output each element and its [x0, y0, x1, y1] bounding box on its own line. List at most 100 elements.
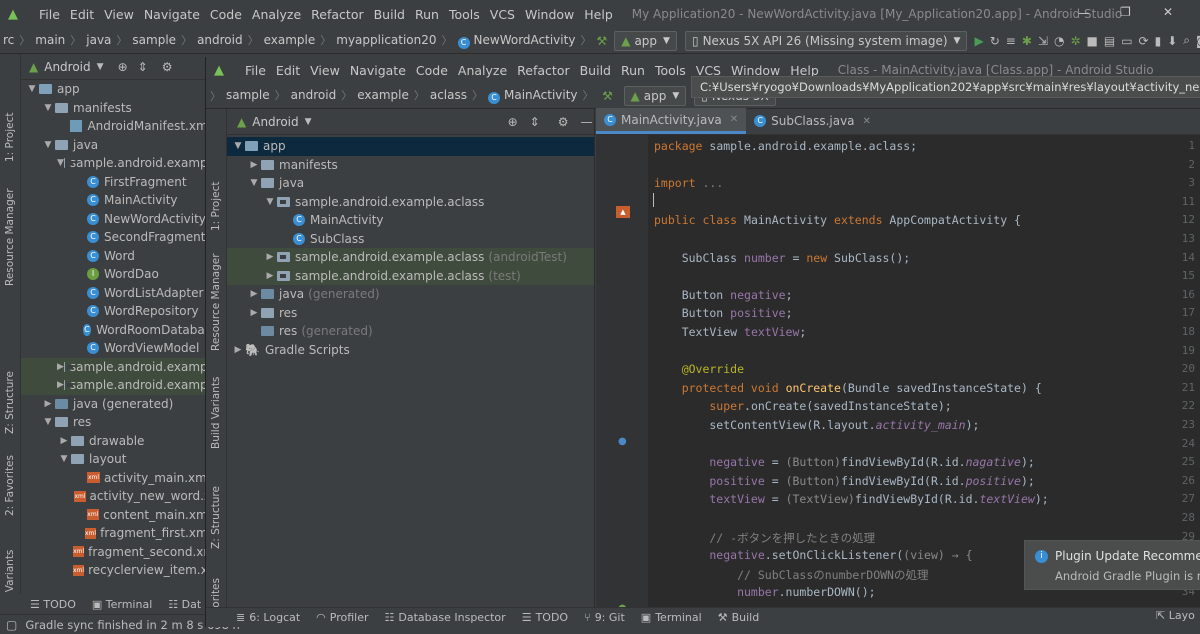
tree-node[interactable]: ▼ manifests [21, 99, 211, 118]
menu-run[interactable]: Run [616, 63, 650, 78]
menu-view[interactable]: View [305, 63, 345, 78]
back-run-config[interactable]: ▲ app ▼ [614, 30, 677, 51]
menu-navigate[interactable]: Navigate [345, 63, 411, 78]
front-chevron-down-icon[interactable]: ▼ [305, 117, 312, 127]
plugin-update-notification[interactable]: i Plugin Update Recommend Android Gradle… [1024, 540, 1200, 590]
front-side-tab-structure[interactable]: Z: Structure [210, 486, 222, 549]
menu-file[interactable]: File [34, 7, 65, 22]
gutter-override-icon[interactable]: ▲ [616, 206, 630, 218]
back-tab-todo[interactable]: ☰ TODO [30, 598, 76, 611]
expanded-arrow-icon[interactable]: ▼ [41, 417, 55, 427]
collapsed-arrow-icon[interactable]: ▶ [247, 308, 261, 318]
tree-node[interactable]: xml content_main.xml [21, 506, 211, 525]
expanded-arrow-icon[interactable]: ▼ [41, 140, 55, 150]
breadcrumb-item[interactable]: java [83, 33, 114, 47]
minimize-button[interactable]: — [1078, 6, 1090, 20]
breadcrumb-item[interactable]: example [354, 88, 412, 102]
collapsed-arrow-icon[interactable]: ▶ [57, 362, 64, 372]
menu-edit[interactable]: Edit [65, 7, 99, 22]
tree-node[interactable]: ▼ res [21, 413, 211, 432]
side-tab-project[interactable]: 1: Project [4, 113, 16, 162]
back-tab-terminal[interactable]: ▣ Terminal [92, 598, 152, 611]
rerun-icon[interactable]: ↻ [990, 34, 1000, 48]
menu-edit[interactable]: Edit [271, 63, 305, 78]
front-collapse-icon[interactable]: ⇕ [530, 115, 540, 129]
tree-node[interactable]: ▶ java (generated) [227, 285, 594, 304]
menu-help[interactable]: Help [579, 7, 618, 22]
front-bottom-right-label[interactable]: ⇱ Layo [1156, 609, 1195, 622]
tree-node[interactable]: ▼ sample.android.example.aclass [227, 193, 594, 212]
menu-run[interactable]: Run [410, 7, 444, 22]
back-panel-mode[interactable]: Android [44, 60, 90, 74]
menu-analyze[interactable]: Analyze [247, 7, 306, 22]
bottom-tab[interactable]: ☷ Database Inspector [385, 611, 506, 624]
tree-node[interactable]: C WordRepository [21, 302, 211, 321]
restore-button[interactable]: ❐ [1120, 5, 1131, 19]
expanded-arrow-icon[interactable]: ▼ [25, 84, 39, 94]
gutter-override-marker-icon[interactable]: ● [618, 436, 627, 447]
menu-refactor[interactable]: Refactor [306, 7, 368, 22]
tree-node[interactable]: ▶ sample.android.exampl [21, 376, 211, 395]
tree-node[interactable]: xml fragment_second.xn [21, 543, 211, 562]
expanded-arrow-icon[interactable]: ▼ [247, 178, 261, 188]
target-icon[interactable]: ⊕ [118, 60, 128, 74]
close-tab-icon[interactable]: ✕ [730, 114, 738, 125]
menu-navigate[interactable]: Navigate [139, 7, 205, 22]
expanded-arrow-icon[interactable]: ▼ [57, 454, 71, 464]
menu-code[interactable]: Code [205, 7, 247, 22]
bottom-tab[interactable]: ◠ Profiler [316, 611, 368, 624]
tree-node[interactable]: C Word [21, 247, 211, 266]
debug-attach-icon[interactable]: ✲ [1070, 34, 1080, 48]
tree-node[interactable]: AndroidManifest.xml [21, 117, 211, 136]
breadcrumb-item[interactable]: aclass [427, 88, 470, 102]
editor-tab[interactable]: C SubClass.java ✕ [746, 108, 879, 134]
front-side-tab-build-variants[interactable]: Build Variants [210, 377, 222, 449]
side-tab-structure[interactable]: Z: Structure [4, 371, 16, 434]
bottom-tab[interactable]: ⚒ Build [718, 611, 760, 624]
tree-node[interactable]: ▶ sample.android.example.aclass (androidTe… [227, 248, 594, 267]
tree-node[interactable]: ▶ 🐘 Gradle Scripts [227, 341, 594, 360]
run-icon[interactable]: ▶ [974, 34, 983, 48]
debug-icon[interactable]: ✱ [1022, 34, 1032, 48]
collapsed-arrow-icon[interactable]: ▶ [263, 271, 277, 281]
menu-tools[interactable]: Tools [444, 7, 485, 22]
bottom-tab[interactable]: ☰ TODO [522, 611, 568, 624]
user-icon[interactable]: ◙ [1196, 34, 1200, 48]
menu-window[interactable]: Window [520, 7, 579, 22]
front-gear-icon[interactable]: ⚙ [558, 115, 569, 129]
menu-analyze[interactable]: Analyze [453, 63, 512, 78]
tree-node[interactable]: ▶ drawable [21, 432, 211, 451]
collapsed-arrow-icon[interactable]: ▶ [231, 345, 245, 355]
front-panel-mode[interactable]: Android [252, 115, 298, 129]
collapsed-arrow-icon[interactable]: ▶ [247, 160, 261, 170]
profile-icon[interactable]: ◔ [1054, 34, 1064, 48]
apply-changes-icon[interactable]: ≡ [1006, 34, 1016, 48]
expanded-arrow-icon[interactable]: ▼ [41, 103, 55, 113]
tree-node[interactable]: xml fragment_first.xml [21, 524, 211, 543]
menu-build[interactable]: Build [369, 7, 410, 22]
menu-view[interactable]: View [99, 7, 139, 22]
tree-node[interactable]: ▼ sample.android.exampl [21, 154, 211, 173]
editor-tab[interactable]: C MainActivity.java ✕ [596, 108, 747, 134]
tree-node[interactable]: C WordListAdapter [21, 284, 211, 303]
tree-node[interactable]: C MainActivity [21, 191, 211, 210]
expanded-arrow-icon[interactable]: ▼ [231, 141, 245, 151]
tree-node[interactable]: C WordRoomDatabas [21, 321, 211, 340]
device-manager-icon[interactable]: ▮ [1155, 34, 1162, 48]
sdk-manager-icon[interactable]: ⬇ [1167, 34, 1177, 48]
breadcrumb-item[interactable]: android [194, 33, 246, 47]
breadcrumb-item[interactable]: sample [129, 33, 179, 47]
tree-node[interactable]: ▶ sample.android.exampl [21, 357, 211, 376]
hammer-icon[interactable]: ⚒ [596, 34, 607, 48]
back-tab-database[interactable]: ☷ Dat [168, 598, 201, 611]
close-window-button[interactable]: ✕ [1163, 5, 1173, 19]
collapsed-arrow-icon[interactable]: ▶ [41, 399, 55, 409]
tree-node[interactable]: xml activity_main.xml [21, 469, 211, 488]
tree-node[interactable]: res (generated) [227, 322, 594, 341]
status-icon[interactable]: ▢ [6, 618, 17, 632]
breadcrumb-item[interactable]: main [32, 33, 68, 47]
tree-node[interactable]: C FirstFragment [21, 173, 211, 192]
side-tab-resource-manager[interactable]: Resource Manager [4, 188, 16, 286]
layout-inspector-icon[interactable]: ▭ [1121, 34, 1132, 48]
front-target-icon[interactable]: ⊕ [508, 115, 518, 129]
